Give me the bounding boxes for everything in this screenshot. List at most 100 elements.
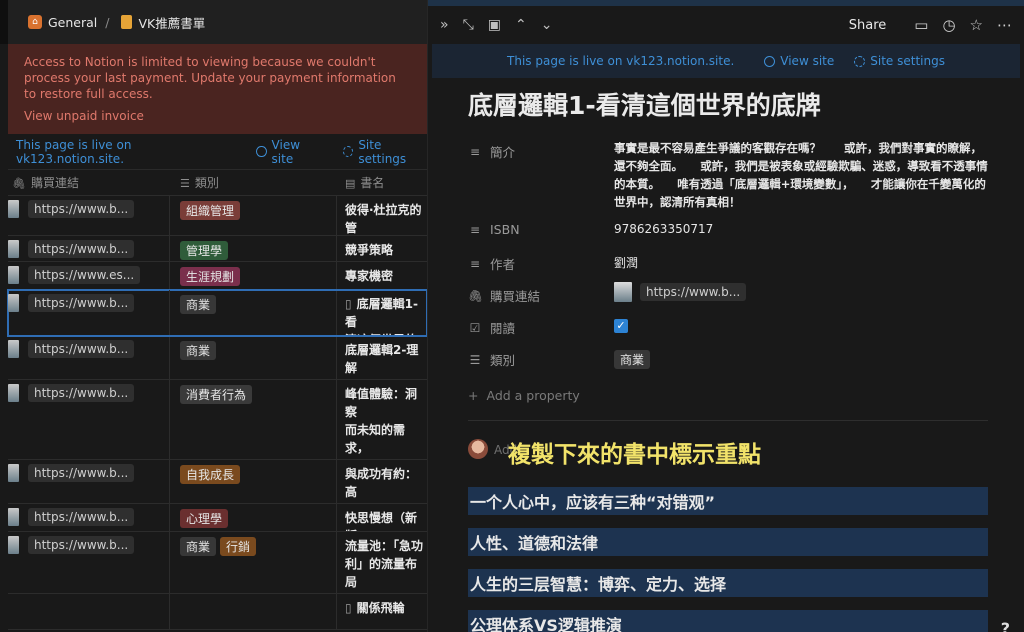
cell-category[interactable]: 組織管理 bbox=[170, 196, 337, 235]
cell-category[interactable]: 消費者行為 bbox=[170, 380, 337, 459]
more-icon[interactable]: ⋯ bbox=[997, 16, 1012, 34]
close-peek-icon[interactable]: » bbox=[440, 17, 449, 33]
table-row[interactable]: https://www.b... 自我成長 與成功有約：高 能人士的七個習 bbox=[8, 460, 427, 504]
link-url-pill[interactable]: https://www.b... bbox=[28, 384, 135, 402]
cell-title[interactable]: 快思慢想（新版 bbox=[337, 504, 427, 531]
property-read-value[interactable]: ✓ bbox=[614, 310, 1024, 333]
cell-link[interactable]: https://www.b... bbox=[8, 236, 170, 261]
table-row[interactable]: ▯ 關係飛輪 bbox=[8, 594, 427, 630]
heading-block[interactable]: 人性、道德和法律 bbox=[468, 528, 988, 556]
site-settings-button-right[interactable]: Site settings bbox=[854, 54, 945, 68]
property-category-value[interactable]: 商業 bbox=[614, 342, 1024, 369]
property-isbn-name[interactable]: ≡ ISBN bbox=[468, 214, 614, 237]
cell-link[interactable]: https://www.b... bbox=[8, 336, 170, 379]
page-title[interactable]: 底層邏輯1-看清這個世界的底牌 bbox=[428, 78, 1024, 122]
table-row[interactable]: https://www.es... 生涯規劃 專家機密 bbox=[8, 262, 427, 290]
cell-category[interactable]: 商業 bbox=[170, 290, 337, 335]
view-site-button[interactable]: View site bbox=[256, 138, 321, 166]
property-link-name[interactable]: 🖇 購買連結 bbox=[468, 278, 614, 305]
property-read-name[interactable]: ☑ 閱讀 bbox=[468, 310, 614, 337]
link-url-pill[interactable]: https://www.b... bbox=[28, 200, 135, 218]
share-button[interactable]: Share bbox=[849, 18, 887, 33]
table-row[interactable]: https://www.b... 商業 ▯底層邏輯1-看 清這個世界的底 bbox=[7, 289, 427, 337]
cell-category[interactable]: 自我成長 bbox=[170, 460, 337, 503]
category-tag: 行銷 bbox=[220, 537, 257, 556]
site-settings-button[interactable]: Site settings bbox=[343, 138, 427, 166]
link-url-pill[interactable]: https://www.b... bbox=[28, 294, 135, 312]
table-row[interactable]: https://www.b... 組織管理 彼得·杜拉克的管 理聖經 bbox=[8, 196, 427, 236]
cell-title[interactable]: 彼得·杜拉克的管 理聖經 bbox=[337, 196, 427, 235]
cell-category[interactable]: 商業 行銷 bbox=[170, 532, 337, 593]
view-unpaid-invoice-link[interactable]: View unpaid invoice bbox=[24, 108, 144, 124]
property-intro-value[interactable]: 事實是最不容易產生爭議的客觀存在嗎？ 或許，我們對事實的瞭解，還不夠全面。 或許… bbox=[614, 134, 1024, 211]
view-site-button-right[interactable]: View site bbox=[764, 54, 834, 68]
cell-category[interactable]: 商業 bbox=[170, 336, 337, 379]
book-thumbnail bbox=[8, 536, 19, 554]
heading-block[interactable]: 一个人心中，应该有三种“对错观” bbox=[468, 487, 988, 515]
text-icon: ≡ bbox=[469, 222, 481, 237]
add-property-button[interactable]: + Add a property bbox=[468, 380, 1024, 410]
cell-title[interactable]: 流量池：「急功 利」的流量布局 營銷轉化 bbox=[337, 532, 427, 593]
cell-link[interactable]: https://www.b... bbox=[8, 460, 170, 503]
heading-block[interactable]: 人生的三层智慧：博弈、定力、选择 bbox=[468, 569, 988, 597]
cell-title[interactable]: 峰值體驗：洞察 而未知的需求， 握關鍵時刻影響 客決策 bbox=[337, 380, 427, 459]
live-site-bar: This page is live on vk123.notion.site. … bbox=[8, 134, 427, 170]
column-header-category[interactable]: ☰ 類別 bbox=[170, 174, 337, 191]
cell-category[interactable]: 管理學 bbox=[170, 236, 337, 261]
cell-title[interactable]: 專家機密 bbox=[337, 262, 427, 289]
link-url-pill[interactable]: https://www.b... bbox=[28, 464, 135, 482]
chevron-up-icon[interactable]: ⌃ bbox=[515, 17, 527, 33]
table-row[interactable]: https://www.b... 心理學 快思慢想（新版 bbox=[8, 504, 427, 532]
link-url-pill[interactable]: https://www.b... bbox=[28, 508, 135, 526]
cell-link[interactable]: https://www.es... bbox=[8, 262, 170, 289]
property-link: 🖇 購買連結 https://www.b... bbox=[468, 278, 1024, 310]
isbn-label: ISBN bbox=[490, 222, 520, 237]
column-link-label: 購買連結 bbox=[30, 176, 79, 190]
breadcrumb-page[interactable]: VK推薦書單 bbox=[138, 13, 205, 32]
table-row[interactable]: https://www.b... 商業 底層邏輯2-理解 業世界的本質 bbox=[8, 336, 427, 380]
cell-title[interactable]: 底層邏輯2-理解 業世界的本質 bbox=[337, 336, 427, 379]
table-row[interactable]: https://www.b... 商業行銷流量池：「急功 利」的流量布局 營銷轉化 bbox=[8, 532, 427, 594]
cell-link[interactable] bbox=[8, 594, 170, 629]
property-category-name[interactable]: ☰ 類別 bbox=[468, 342, 614, 369]
help-button[interactable]: ? bbox=[1001, 619, 1010, 632]
cell-title[interactable]: ▯底層邏輯1-看 清這個世界的底 bbox=[337, 290, 427, 335]
cell-link[interactable]: https://www.b... bbox=[8, 290, 170, 335]
cell-title[interactable]: ▯ 關係飛輪 bbox=[337, 594, 427, 629]
column-header-link[interactable]: 🖇 購買連結 bbox=[8, 174, 170, 191]
property-isbn-value[interactable]: 9786263350717 bbox=[614, 214, 1024, 236]
cell-link[interactable]: https://www.b... bbox=[8, 532, 170, 593]
comment-icon[interactable]: ▭ bbox=[914, 16, 928, 34]
side-peek-icon[interactable]: ▣ bbox=[488, 17, 501, 33]
link-url-pill[interactable]: https://www.b... bbox=[28, 240, 135, 258]
chevron-down-icon[interactable]: ⌄ bbox=[541, 17, 553, 33]
author-label: 作者 bbox=[490, 257, 516, 272]
expand-icon[interactable]: ⤡ bbox=[463, 17, 474, 33]
link-url-pill[interactable]: https://www.b... bbox=[28, 536, 135, 554]
star-icon[interactable]: ☆ bbox=[970, 16, 983, 34]
property-intro-name[interactable]: ≡ 簡介 bbox=[468, 134, 614, 161]
link-url-pill[interactable]: https://www.b... bbox=[640, 282, 747, 301]
link-url-pill[interactable]: https://www.es... bbox=[28, 266, 141, 284]
breadcrumb-workspace[interactable]: General bbox=[48, 15, 97, 30]
cell-link[interactable]: https://www.b... bbox=[8, 380, 170, 459]
cell-category[interactable]: 生涯規劃 bbox=[170, 262, 337, 289]
column-header-title[interactable]: ▤ 書名 bbox=[337, 174, 384, 191]
table-row[interactable]: https://www.b... 消費者行為 峰值體驗：洞察 而未知的需求， 握關鍵… bbox=[8, 380, 427, 460]
cell-category[interactable]: 心理學 bbox=[170, 504, 337, 531]
property-link-value[interactable]: https://www.b... bbox=[614, 278, 1024, 302]
property-author-value[interactable]: 劉潤 bbox=[614, 246, 1024, 271]
cell-title[interactable]: 競爭策略 bbox=[337, 236, 427, 261]
category-tag: 商業 bbox=[180, 341, 217, 360]
cell-category[interactable] bbox=[170, 594, 337, 629]
cell-title[interactable]: 與成功有約：高 能人士的七個習 bbox=[337, 460, 427, 503]
history-icon[interactable]: ◷ bbox=[942, 16, 955, 34]
cell-link[interactable]: https://www.b... bbox=[8, 504, 170, 531]
heading-block[interactable]: 公理体系VS逻辑推演 bbox=[468, 610, 988, 632]
read-checkbox[interactable]: ✓ bbox=[614, 319, 628, 333]
cell-link[interactable]: https://www.b... bbox=[8, 196, 170, 235]
link-url-pill[interactable]: https://www.b... bbox=[28, 340, 135, 358]
property-author-name[interactable]: ≡ 作者 bbox=[468, 246, 614, 273]
table-row[interactable]: https://www.b... 管理學 競爭策略 bbox=[8, 236, 427, 262]
book-thumbnail bbox=[8, 266, 19, 284]
